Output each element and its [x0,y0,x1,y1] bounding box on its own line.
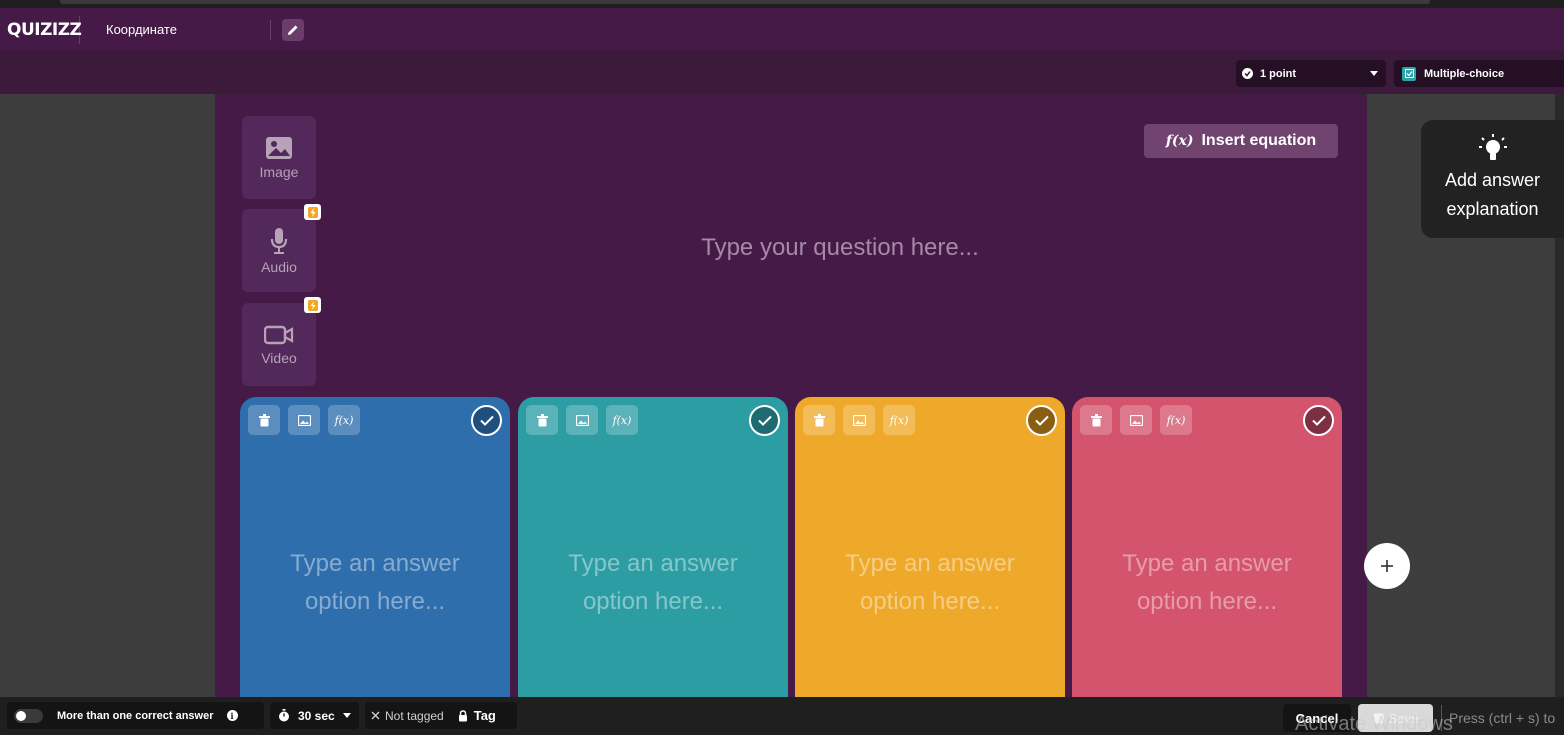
check-icon [757,415,772,426]
tag-button[interactable]: Tag [458,708,496,723]
answer-image-button[interactable] [843,405,875,435]
image-icon [575,414,589,426]
points-label: 1 point [1260,67,1297,80]
pencil-icon [288,25,298,35]
delete-answer-button[interactable] [526,405,558,435]
points-check-icon [1242,68,1253,79]
check-icon [479,415,494,426]
browser-scroll-track [60,0,1430,4]
question-editor: Image Audio Video f(x) Insert equation T… [215,94,1367,697]
answer-equation-button[interactable]: f(x) [328,405,360,435]
answer-input[interactable]: Type an answer option here... [795,545,1065,621]
answer-input[interactable]: Type an answer option here... [518,545,788,621]
title-divider [270,19,271,40]
answer-option-card-2[interactable]: f(x) Type an answer option here... [518,397,788,697]
add-answer-option-button[interactable] [1364,543,1410,589]
check-icon [1311,415,1326,426]
question-toolbar: 1 point Multiple-choice [0,51,1564,94]
answer-image-button[interactable] [288,405,320,435]
plus-icon [1381,560,1393,572]
app-header: QUIZIZZ Координате [0,8,1564,51]
answer-equation-button[interactable]: f(x) [1160,405,1192,435]
function-icon: f(x) [1165,133,1194,149]
close-icon[interactable] [371,711,380,720]
image-icon [266,136,292,159]
chevron-down-icon [1370,71,1378,76]
trash-icon [813,413,825,426]
image-icon [297,414,311,426]
answer-input[interactable]: Type an answer option here... [1072,545,1342,621]
left-gutter [0,94,215,697]
activate-windows-watermark: Activate Windows [1295,713,1453,735]
quizizz-logo[interactable]: QUIZIZZ [7,15,82,44]
timer-label: 30 sec [298,708,335,723]
answer-option-card-3[interactable]: f(x) Type an answer option here... [795,397,1065,697]
function-icon: f(x) [1166,413,1186,427]
add-video-button[interactable]: Video [242,303,316,386]
premium-bolt-icon [304,297,321,313]
multiple-choice-icon [1402,66,1416,81]
timer-dropdown[interactable]: 30 sec [270,702,359,729]
trash-icon [1090,413,1102,426]
image-icon [1129,414,1143,426]
question-type-label: Multiple-choice [1424,67,1505,80]
mark-correct-button[interactable] [749,405,780,436]
info-icon[interactable]: i [226,710,238,721]
browser-top-strip [0,0,1564,8]
add-audio-button[interactable]: Audio [242,209,316,292]
chevron-down-icon [342,713,351,718]
function-icon: f(x) [889,413,909,427]
answer-image-button[interactable] [1120,405,1152,435]
insert-equation-button[interactable]: f(x) Insert equation [1144,124,1338,158]
question-input[interactable]: Type your question here... [575,234,1105,262]
toggle-switch[interactable] [14,708,43,723]
mark-correct-button[interactable] [1026,405,1057,436]
trash-icon [536,413,548,426]
answer-image-button[interactable] [566,405,598,435]
tags-area: Not tagged Tag [365,702,517,729]
trash-icon [258,413,270,426]
video-camera-icon [264,325,294,344]
mark-correct-button[interactable] [471,405,502,436]
delete-answer-button[interactable] [248,405,280,435]
delete-answer-button[interactable] [803,405,835,435]
video-label: Video [261,349,297,366]
answer-option-card-1[interactable]: f(x) Type an answer option here... [240,397,510,697]
function-icon: f(x) [612,413,632,427]
check-icon [1034,415,1049,426]
lock-icon [458,709,467,721]
answer-input[interactable]: Type an answer option here... [240,545,510,621]
quiz-title[interactable]: Координате [106,22,270,37]
multi-correct-label: More than one correct answer [57,709,214,722]
edit-title-button[interactable] [282,18,304,41]
not-tagged-label: Not tagged [385,708,444,723]
add-answer-explanation-button[interactable]: Add answer explanation [1421,120,1564,238]
image-icon [852,414,866,426]
question-type-dropdown[interactable]: Multiple-choice [1394,60,1564,87]
points-dropdown[interactable]: 1 point [1236,60,1386,87]
answer-equation-button[interactable]: f(x) [606,405,638,435]
audio-label: Audio [261,258,297,275]
function-icon: f(x) [334,413,354,427]
answer-option-card-4[interactable]: f(x) Type an answer option here... [1072,397,1342,697]
tag-label: Tag [473,708,496,723]
delete-answer-button[interactable] [1080,405,1112,435]
lightbulb-icon [1478,134,1507,160]
premium-bolt-icon [304,204,321,220]
microphone-icon [270,227,288,254]
explanation-label-line2: explanation [1446,199,1539,219]
save-shortcut-hint: Press (ctrl + s) to [1449,710,1556,726]
insert-equation-label: Insert equation [1201,132,1317,149]
multi-correct-toggle[interactable]: More than one correct answer i [7,702,264,729]
image-label: Image [259,163,299,180]
mark-correct-button[interactable] [1303,405,1334,436]
explanation-label-line1: Add answer [1444,170,1541,190]
add-image-button[interactable]: Image [242,116,316,199]
answer-equation-button[interactable]: f(x) [883,405,915,435]
stopwatch-icon [279,709,289,722]
